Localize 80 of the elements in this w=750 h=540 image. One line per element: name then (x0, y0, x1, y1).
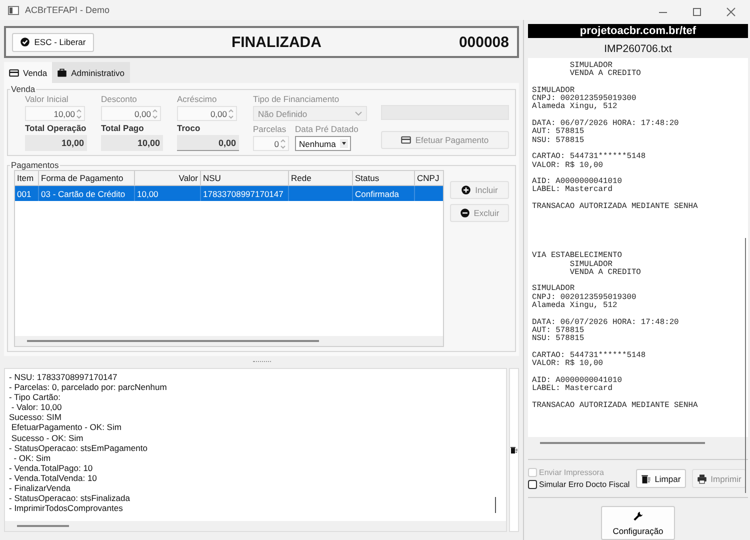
trash-icon (640, 474, 651, 484)
table-cell (415, 186, 443, 201)
table-cell: Confirmada (353, 186, 415, 201)
table-cell: 03 - Cartão de Crédito (39, 186, 135, 201)
field-label: Total Pago (101, 123, 145, 134)
log-line: EfetuarPagamento - OK: Sim (10, 422, 122, 433)
log-line: - Parcelas: 0, parcelado por: parcNenhum (9, 382, 167, 392)
table-cell (289, 186, 353, 201)
group-title: Venda (10, 84, 36, 94)
file-name: IMP260706.txt (603, 42, 673, 57)
sale-number: 000008 (458, 34, 509, 50)
column-header[interactable]: Forma de Pagamento (39, 171, 135, 186)
field-label: Acréscimo (177, 94, 218, 105)
chevron-icon (355, 111, 362, 116)
spin-arrows-icon[interactable] (151, 108, 159, 120)
total-value: 10,00 (101, 135, 163, 151)
spin-arrows-icon[interactable] (75, 108, 83, 120)
scrollbar-thumb[interactable] (17, 525, 69, 527)
app-icon (8, 6, 19, 14)
spin-arrows-icon[interactable] (279, 138, 287, 150)
tab[interactable]: Administrativo (52, 62, 130, 83)
printer-icon (696, 474, 707, 484)
group-title: Pagamentos (10, 160, 60, 170)
field-label: Tipo de Financiamento (253, 94, 340, 105)
scrollbar-thumb[interactable] (495, 497, 496, 513)
wrench-icon (632, 510, 644, 522)
total-value: 0,00 (177, 135, 239, 151)
check-circle-icon (20, 37, 30, 47)
table-cell: 10,00 (135, 186, 201, 201)
log-line: - ImprimirTodosComprovantes (9, 503, 123, 514)
number-field[interactable]: 10,00 (25, 106, 85, 121)
log-line: - Tipo Cartão: (9, 392, 60, 402)
release-button[interactable]: ESC - Liberar (12, 32, 94, 52)
card-icon (9, 68, 19, 78)
column-header[interactable]: Valor (135, 171, 201, 186)
field-label: Parcelas (253, 124, 288, 135)
clear-button[interactable]: Limpar (636, 469, 686, 488)
plus-icon (461, 185, 472, 195)
column-header[interactable]: Status (353, 171, 415, 186)
log-line: Sucesso - OK: Sim (10, 432, 84, 443)
table-cell: 17833708997170147 (201, 186, 289, 201)
log-line: Sucesso: SIM (9, 412, 62, 422)
column-header[interactable]: CNPJ (415, 171, 443, 186)
spin-arrows-icon[interactable] (227, 108, 235, 120)
dropdown[interactable]: Nenhuma (295, 136, 351, 151)
field-label: Valor Inicial (25, 94, 70, 105)
tab[interactable]: Venda (4, 62, 52, 83)
field-label: Troco (177, 123, 202, 134)
log-line: - Venda.TotalPago: 10 (9, 462, 93, 473)
log-line: - Valor: 10,00 (10, 402, 62, 412)
column-header[interactable]: NSU (201, 171, 289, 186)
settings-button[interactable]: Configuração (601, 506, 675, 540)
log-line: - OK: Sim (12, 452, 51, 463)
dropdown-arrow-icon (340, 139, 348, 148)
field-label: Total Operação (25, 123, 87, 134)
number-field[interactable]: 0,00 (177, 106, 237, 121)
minus-icon (460, 208, 470, 218)
scrollbar-thumb[interactable] (540, 442, 705, 444)
table-cell: 001 (15, 186, 39, 201)
trash-icon (510, 445, 518, 455)
number-field[interactable]: 0,00 (101, 106, 161, 121)
log-line: - Venda.TotalVenda: 10 (9, 472, 97, 484)
scrollbar-thumb[interactable] (745, 238, 746, 493)
column-header[interactable]: Rede (289, 171, 353, 186)
card-icon (401, 135, 412, 145)
column-header[interactable]: Item (15, 171, 39, 186)
field-label: Data Pré Datado (295, 124, 358, 135)
total-value: 10,00 (25, 135, 87, 151)
log-line: - FinalizarVenda (9, 483, 70, 494)
website-banner: projetoacbr.com.br/tef (528, 24, 748, 38)
briefcase-icon (57, 68, 68, 78)
number-field[interactable]: 0 (253, 136, 289, 151)
log-line: - NSU: 17833708997170147 (9, 372, 118, 382)
field-label: Desconto (101, 94, 138, 105)
window-title: ACBrTEFAPI - Demo (25, 5, 110, 15)
checkbox[interactable]: Simular Erro Docto Fiscal (528, 480, 630, 489)
log-line: - StatusOperacao: stsFinalizada (9, 493, 130, 504)
log-line: - StatusOperacao: stsEmPagamento (9, 442, 148, 453)
status-text: FINALIZADA (230, 34, 322, 50)
scrollbar-thumb[interactable] (27, 340, 319, 342)
